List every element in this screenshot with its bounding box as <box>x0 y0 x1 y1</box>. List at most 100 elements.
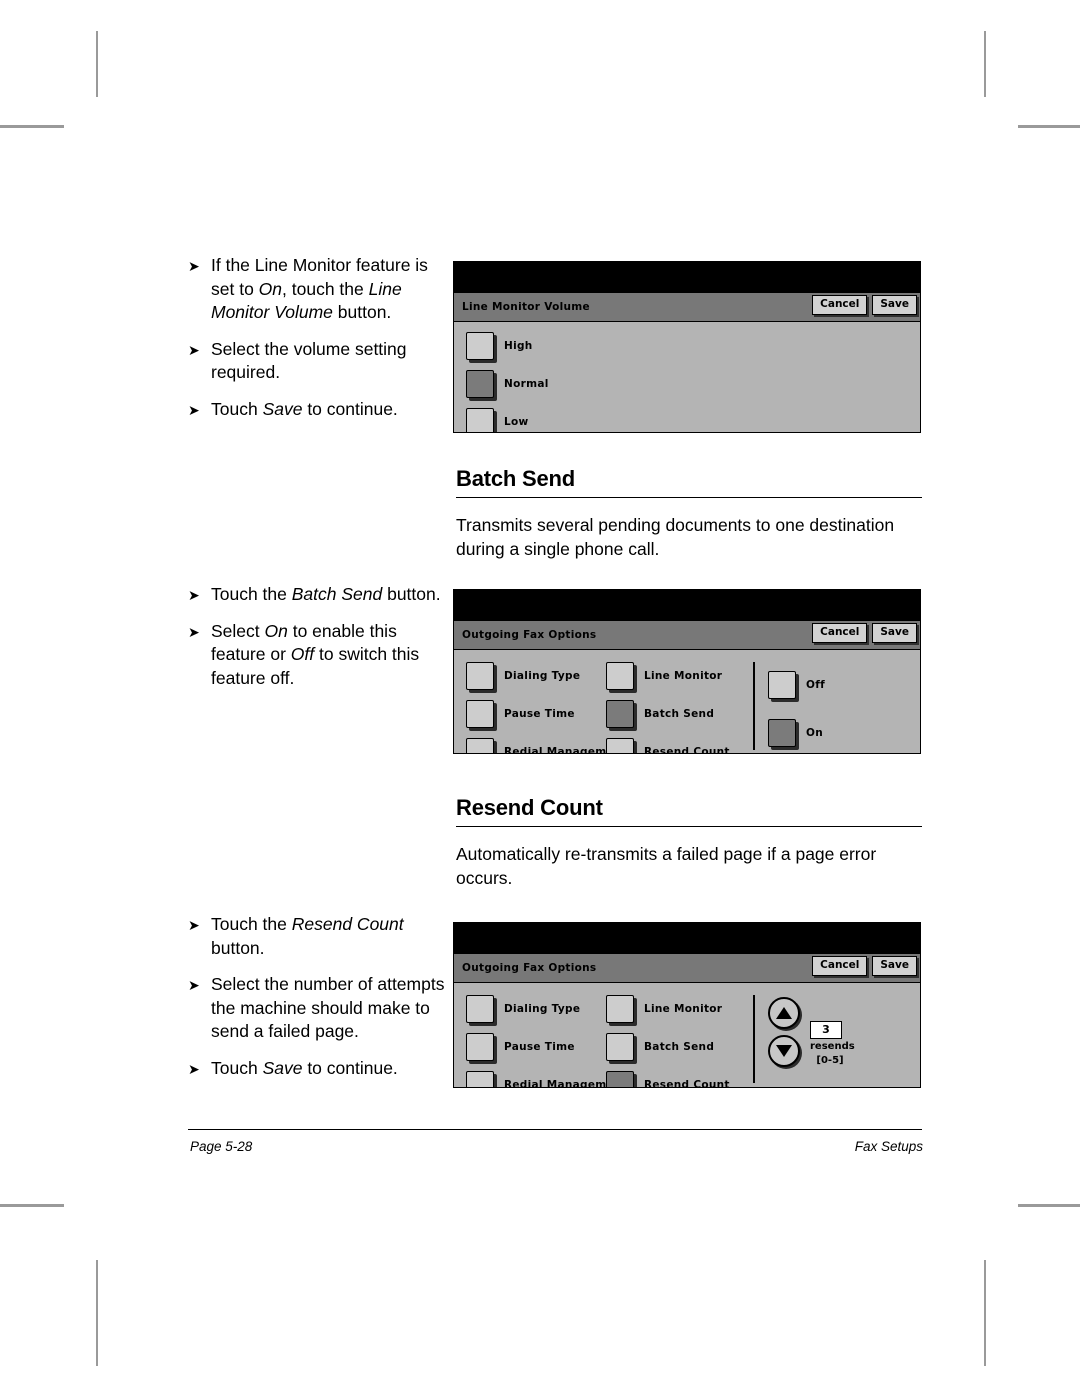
option-label-resend-count: Resend Count <box>644 1079 730 1088</box>
option-row-redial-management[interactable]: Redial Management <box>466 737 627 753</box>
save-button[interactable]: Save <box>872 623 917 643</box>
volume-option-list: High Normal Low <box>466 331 549 432</box>
options-column-middle: Line Monitor Batch Send Resend Count <box>606 661 730 753</box>
resend-count-stepper[interactable] <box>768 997 800 1073</box>
option-button-line-monitor[interactable] <box>606 662 634 690</box>
list-item: ➤ Touch Save to continue. <box>188 1057 446 1081</box>
instruction-list-line-monitor: ➤ If the Line Monitor feature is set to … <box>188 254 446 421</box>
option-row-line-monitor[interactable]: Line Monitor <box>606 994 730 1024</box>
option-label-off: Off <box>806 679 825 691</box>
option-button-resend-count[interactable] <box>606 738 634 753</box>
option-button-redial-management[interactable] <box>466 738 494 753</box>
list-item: ➤ If the Line Monitor feature is set to … <box>188 254 446 325</box>
list-item: ➤ Touch Save to continue. <box>188 398 446 422</box>
list-item: ➤ Select the volume setting required. <box>188 338 446 385</box>
section-heading-resend-count: Resend Count <box>456 795 922 827</box>
stepper-increment-button[interactable] <box>768 997 800 1029</box>
list-item-text: Touch Save to continue. <box>211 1057 398 1078</box>
titlebar-buttons: Cancel Save <box>812 295 917 315</box>
option-row-off[interactable]: Off <box>768 670 825 700</box>
option-row-batch-send[interactable]: Batch Send <box>606 1032 730 1062</box>
option-label-dialing-type: Dialing Type <box>504 670 581 682</box>
cancel-button[interactable]: Cancel <box>812 295 868 315</box>
option-row-line-monitor[interactable]: Line Monitor <box>606 661 730 691</box>
option-button-normal[interactable] <box>466 370 494 398</box>
bullet-arrow-icon: ➤ <box>188 1060 200 1077</box>
panel-top-black-bar <box>454 923 920 953</box>
panel-divider <box>753 995 755 1083</box>
bullet-arrow-icon: ➤ <box>188 401 200 418</box>
option-row-pause-time[interactable]: Pause Time <box>466 699 627 729</box>
stepper-decrement-button[interactable] <box>768 1035 800 1067</box>
options-column-right: Off On <box>768 670 825 753</box>
option-row-dialing-type[interactable]: Dialing Type <box>466 994 627 1024</box>
titlebar-buttons: Cancel Save <box>812 956 917 976</box>
instruction-list-batch-send: ➤ Touch the Batch Send button. ➤ Select … <box>188 583 446 690</box>
option-button-dialing-type[interactable] <box>466 995 494 1023</box>
option-row-pause-time[interactable]: Pause Time <box>466 1032 627 1062</box>
option-label-line-monitor: Line Monitor <box>644 670 723 682</box>
option-button-redial-management[interactable] <box>466 1071 494 1087</box>
list-item-text: If the Line Monitor feature is set to On… <box>211 255 428 322</box>
option-button-line-monitor[interactable] <box>606 995 634 1023</box>
triangle-down-icon <box>776 1045 792 1057</box>
option-label-pause-time: Pause Time <box>504 1041 575 1053</box>
list-item: ➤ Touch the Batch Send button. <box>188 583 446 607</box>
resend-count-readout: 3 resends [0-5] <box>810 1021 855 1067</box>
footer-section-name: Fax Setups <box>854 1139 923 1154</box>
save-button[interactable]: Save <box>872 295 917 315</box>
panel-titlebar: Outgoing Fax Options Cancel Save <box>454 953 920 983</box>
options-column-left: Dialing Type Pause Time Redial Managemen… <box>466 661 627 753</box>
option-button-off[interactable] <box>768 671 796 699</box>
list-item-text: Select the volume setting required. <box>211 338 407 383</box>
option-row-redial-management[interactable]: Redial Management <box>466 1070 627 1087</box>
list-item-text: Touch the Batch Send button. <box>211 584 441 604</box>
option-button-high[interactable] <box>466 332 494 360</box>
option-button-resend-count[interactable] <box>606 1071 634 1087</box>
list-item: ➤ Touch the Resend Count button. <box>188 913 446 960</box>
option-row-batch-send[interactable]: Batch Send <box>606 699 730 729</box>
panel-title: Outgoing Fax Options <box>462 629 597 641</box>
option-button-pause-time[interactable] <box>466 1033 494 1061</box>
panel-body: High Normal Low <box>454 322 920 432</box>
cancel-button[interactable]: Cancel <box>812 956 868 976</box>
cancel-button[interactable]: Cancel <box>812 623 868 643</box>
option-label-batch-send: Batch Send <box>644 708 715 720</box>
option-button-batch-send[interactable] <box>606 700 634 728</box>
option-label-dialing-type: Dialing Type <box>504 1003 581 1015</box>
option-label-normal: Normal <box>504 378 549 390</box>
bullet-arrow-icon: ➤ <box>188 977 200 993</box>
option-row-normal[interactable]: Normal <box>466 369 549 399</box>
screen-line-monitor-volume[interactable]: Line Monitor Volume Cancel Save High Nor… <box>453 261 921 433</box>
option-button-on[interactable] <box>768 719 796 747</box>
option-label-high: High <box>504 340 533 352</box>
option-label-on: On <box>806 727 824 739</box>
resend-count-unit-label: resends <box>810 1041 855 1052</box>
option-row-resend-count[interactable]: Resend Count <box>606 737 730 753</box>
panel-title: Outgoing Fax Options <box>462 962 597 974</box>
options-column-middle: Line Monitor Batch Send Resend Count <box>606 994 730 1088</box>
option-row-resend-count[interactable]: Resend Count <box>606 1070 730 1088</box>
option-button-batch-send[interactable] <box>606 1033 634 1061</box>
instruction-list-resend-count: ➤ Touch the Resend Count button. ➤ Selec… <box>188 913 446 1080</box>
option-button-dialing-type[interactable] <box>466 662 494 690</box>
option-row-dialing-type[interactable]: Dialing Type <box>466 661 627 691</box>
option-row-on[interactable]: On <box>768 718 825 748</box>
panel-title: Line Monitor Volume <box>462 301 590 313</box>
page-title: Batch Send <box>456 466 576 491</box>
option-button-low[interactable] <box>466 408 494 432</box>
option-button-pause-time[interactable] <box>466 700 494 728</box>
heading-rule <box>456 826 922 827</box>
footer-rule <box>188 1129 922 1130</box>
heading-rule <box>456 497 922 498</box>
list-item-text: Touch Save to continue. <box>211 398 398 419</box>
panel-titlebar: Outgoing Fax Options Cancel Save <box>454 620 920 650</box>
screen-outgoing-fax-options-batch-send[interactable]: Outgoing Fax Options Cancel Save Dialing… <box>453 589 921 754</box>
panel-top-black-bar <box>454 590 920 620</box>
option-row-low[interactable]: Low <box>466 407 549 432</box>
screen-outgoing-fax-options-resend-count[interactable]: Outgoing Fax Options Cancel Save Dialing… <box>453 922 921 1088</box>
list-item-text: Select On to enable this feature or Off … <box>211 620 420 688</box>
option-row-high[interactable]: High <box>466 331 549 361</box>
save-button[interactable]: Save <box>872 956 917 976</box>
resend-count-value[interactable]: 3 <box>810 1021 842 1039</box>
